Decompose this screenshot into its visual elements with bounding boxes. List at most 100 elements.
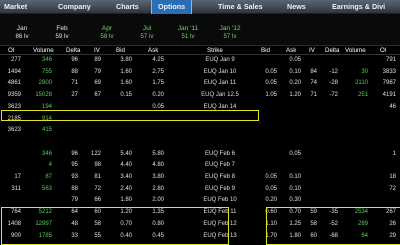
menu-charts[interactable]: Charts bbox=[116, 0, 139, 14]
cell-ask: 3.80 bbox=[152, 174, 164, 180]
cell-strike: EUQ Jan 14 bbox=[203, 103, 237, 110]
cell-oi: 4861 bbox=[7, 80, 21, 87]
table-row[interactable]: 3623 194 0.05 EUQ Jan 14 46 bbox=[0, 103, 400, 112]
cell-vol: 194 bbox=[41, 103, 52, 110]
table-row[interactable]: 4 95 98 4.40 4.80 EUQ Feb 7 bbox=[0, 161, 400, 170]
cell-pvol: 64 bbox=[361, 232, 368, 239]
table-row[interactable] bbox=[0, 138, 400, 147]
cell-delta: 88 bbox=[71, 68, 78, 75]
cell-delta: 96 bbox=[71, 57, 78, 63]
expiry-feb[interactable]: Feb 59 Iv bbox=[42, 25, 82, 41]
table-row[interactable]: 9359 15028 27 67 0.15 0.20 EUQ Jan 12.5 1.05 1.2… bbox=[0, 91, 400, 100]
table-row[interactable]: 4861 2800 71 69 1.60 1.75 EUQ Jan 11 0.05 0.20 74… bbox=[0, 79, 400, 88]
cell-oi: 17 bbox=[14, 174, 21, 180]
cell-pdelta: -52 bbox=[329, 220, 338, 227]
menu-company[interactable]: Company bbox=[58, 0, 91, 14]
cell-poi: 3833 bbox=[382, 68, 396, 75]
table-row[interactable]: 2185 914 bbox=[0, 115, 400, 124]
cell-bid: 0.15 bbox=[120, 92, 132, 99]
cell-iv: 81 bbox=[94, 174, 101, 180]
table-row[interactable]: 79 66 1.80 2.00 EUQ Feb 10 0.20 0.30 bbox=[0, 196, 400, 205]
cell-pask: 0.05 bbox=[289, 57, 301, 63]
expiry-jan-11[interactable]: Jan '11 51 Iv bbox=[168, 25, 208, 41]
cell-iv: 79 bbox=[94, 68, 101, 75]
cell-bid: 1.60 bbox=[120, 80, 132, 87]
table-row[interactable]: 277 346 96 89 3.80 4.25 EUQ Jan 9 0.05 791 bbox=[0, 56, 400, 65]
cell-pask: 1.25 bbox=[289, 220, 301, 227]
cell-pvol: 2110 bbox=[355, 80, 368, 87]
cell-ask: 1.35 bbox=[152, 209, 164, 216]
cell-iv: 55 bbox=[94, 232, 101, 239]
table-row[interactable]: 3623 415 bbox=[0, 126, 400, 135]
cell-bid: 3.40 bbox=[120, 174, 132, 180]
cell-piv: 58 bbox=[310, 220, 317, 227]
cell-pbid: 0.20 bbox=[265, 197, 277, 204]
header-put-delta: Delta bbox=[325, 47, 340, 54]
cell-pask: 0.30 bbox=[289, 197, 301, 204]
cell-poi: 791 bbox=[385, 57, 396, 63]
cell-vol: 15028 bbox=[35, 92, 52, 99]
cell-bid: 2.40 bbox=[120, 185, 132, 192]
table-row[interactable]: 311 563 88 72 2.40 2.80 EUQ Feb 9 0.05 0.10 72 bbox=[0, 185, 400, 194]
cell-iv: 66 bbox=[94, 197, 101, 204]
table-row[interactable]: 17 87 93 81 3.40 3.80 EUQ Feb 8 0.05 0.10 18 bbox=[0, 173, 400, 182]
cell-pvol: 2534 bbox=[354, 209, 368, 216]
cell-strike: EUQ Jan 11 bbox=[203, 80, 237, 87]
cell-strike: EUQ Feb 11 bbox=[203, 209, 237, 216]
cell-oi: 3623 bbox=[7, 127, 21, 134]
cell-poi: 18 bbox=[389, 174, 396, 180]
header-call-bid: Bid bbox=[116, 47, 125, 54]
table-row[interactable]: 346 96 122 5.40 5.80 EUQ Feb 6 0.05 1 bbox=[0, 150, 400, 159]
table-row[interactable]: 900 1785 33 55 0.40 0.45 EUQ Feb 13 1.70 1.80 60 -… bbox=[0, 232, 400, 241]
menu-news[interactable]: News bbox=[287, 0, 306, 14]
cell-pask: 0.05 bbox=[289, 150, 301, 157]
cell-ask: 5.80 bbox=[152, 150, 164, 157]
cell-ask: 0.05 bbox=[152, 103, 164, 110]
menu-options[interactable]: Options bbox=[151, 0, 193, 14]
cell-ask: 0.20 bbox=[152, 92, 164, 99]
menu-time-and-sales[interactable]: Time & Sales bbox=[218, 0, 263, 14]
cell-pask: 0.10 bbox=[289, 185, 301, 192]
cell-ask: 4.80 bbox=[152, 162, 164, 169]
cell-delta: 27 bbox=[71, 92, 78, 99]
expiry-jan[interactable]: Jan 86 Iv bbox=[2, 25, 42, 41]
expiry-apr[interactable]: Apr 58 Iv bbox=[87, 25, 127, 41]
cell-pdelta: -35 bbox=[329, 209, 338, 216]
cell-ask: 2.80 bbox=[152, 185, 164, 192]
cell-ask: 0.80 bbox=[152, 220, 164, 227]
cell-pbid: 0.05 bbox=[265, 68, 277, 75]
header-call-volume: Volume bbox=[33, 47, 54, 54]
cell-bid: 4.40 bbox=[120, 162, 132, 169]
table-row[interactable]: 1408 12997 48 58 0.70 0.80 EUQ Feb 12 1.10 1.25 5… bbox=[0, 220, 400, 229]
cell-piv: 60 bbox=[310, 232, 317, 239]
header-put-iv: IV bbox=[309, 47, 315, 54]
cell-pvol: 251 bbox=[357, 92, 368, 99]
cell-oi: 900 bbox=[10, 232, 21, 239]
table-row[interactable]: 1494 755 88 79 1.60 2.75 EUQ Jan 10 0.05 0.10 84 -… bbox=[0, 68, 400, 77]
menu-earnings-dividends[interactable]: Earnings & Divi bbox=[332, 0, 385, 14]
expiry-jan-12[interactable]: Jan '12 57 Iv bbox=[210, 25, 250, 41]
table-row[interactable]: 764 5212 64 60 1.20 1.35 EUQ Feb 11 0.60 0.70 59 -… bbox=[0, 208, 400, 217]
cell-oi: 9359 bbox=[7, 92, 21, 99]
cell-delta: 71 bbox=[71, 80, 78, 87]
header-put-ask: Ask bbox=[286, 47, 297, 54]
expiry-month: Jan bbox=[16, 25, 28, 32]
cell-vol: 346 bbox=[41, 57, 52, 63]
cell-poi: 29 bbox=[389, 232, 396, 239]
cell-vol: 415 bbox=[41, 127, 52, 134]
cell-pask: 0.20 bbox=[289, 80, 301, 87]
cell-poi: 72 bbox=[389, 185, 396, 192]
cell-bid: 1.80 bbox=[120, 197, 132, 204]
cell-vol: 755 bbox=[41, 68, 52, 75]
menu-market[interactable]: Market bbox=[4, 0, 27, 14]
cell-vol: 4 bbox=[48, 162, 52, 169]
cell-pask: 0.10 bbox=[289, 174, 301, 180]
cell-iv: 60 bbox=[94, 209, 101, 216]
cell-bid: 5.40 bbox=[120, 150, 132, 157]
cell-strike: EUQ Jan 9 bbox=[205, 57, 235, 63]
header-call-oi: OI bbox=[8, 47, 15, 54]
expiry-jul[interactable]: Jul 57 Iv bbox=[127, 25, 167, 41]
expiry-selector: Jan 86 Iv Feb 59 Iv Apr 58 Iv Jul 57 Iv … bbox=[0, 14, 400, 46]
header-call-delta: Delta bbox=[66, 47, 81, 54]
cell-iv: 122 bbox=[90, 150, 101, 157]
